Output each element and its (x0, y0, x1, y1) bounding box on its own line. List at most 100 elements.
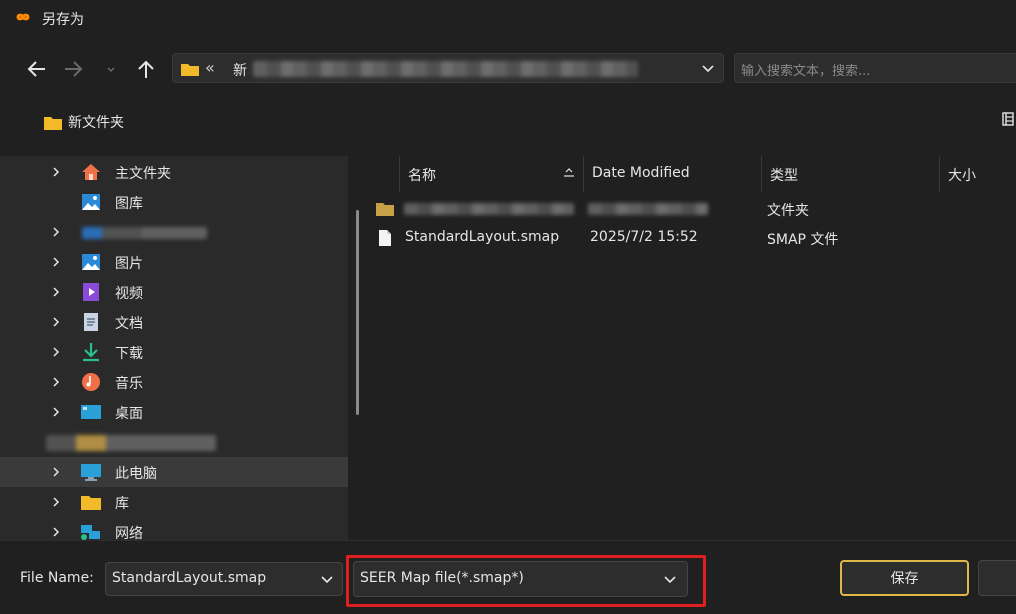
chevron-right-icon[interactable] (50, 224, 62, 240)
sidebar-item-label: 桌面 (115, 406, 143, 422)
arrow-left-icon (27, 61, 45, 77)
folder-icon (376, 203, 394, 216)
sidebar-item-redacted[interactable] (0, 217, 348, 247)
home-icon (82, 164, 100, 180)
sidebar-item-label: 此电脑 (115, 466, 157, 482)
new-folder-button[interactable]: 新文件夹 (44, 110, 124, 134)
sidebar-item-pictures[interactable]: 图片 (0, 247, 348, 277)
column-header-label: 大小 (948, 168, 976, 184)
file-name: StandardLayout.smap (405, 229, 560, 245)
pictures-icon (82, 254, 100, 270)
navigation-bar: « 新 输入搜索文本，搜索... (0, 38, 1016, 98)
folder-icon (44, 116, 62, 130)
table-row[interactable]: StandardLayout.smap 2025/7/2 15:52 SMAP … (370, 223, 1016, 253)
sort-icon (564, 168, 574, 177)
this-pc-icon (81, 464, 101, 481)
chevron-right-icon[interactable] (50, 464, 62, 480)
chevron-down-icon[interactable] (663, 573, 677, 587)
column-header-date[interactable]: Date Modified (584, 156, 762, 192)
breadcrumb[interactable]: 新 (233, 60, 247, 80)
sidebar-item-this-pc[interactable]: 此电脑 (0, 457, 348, 487)
chevron-down-icon[interactable] (320, 573, 334, 587)
column-headers: 名称 Date Modified 类型 大小 (370, 156, 1016, 192)
command-bar: 新文件夹 (0, 98, 1016, 156)
sidebar-item-label: 库 (115, 496, 129, 512)
redacted-label (82, 227, 207, 239)
new-folder-label: 新文件夹 (68, 115, 124, 131)
navigation-pane[interactable]: 主文件夹 图库 图片 视频 文档 下载 音乐 桌面 此电脑 库 网络 (0, 156, 348, 540)
file-icon (379, 230, 391, 246)
redacted-filename (404, 203, 574, 215)
file-type-value: SEER Map file(*.smap*) (360, 570, 524, 586)
file-type: 文件夹 (767, 203, 809, 219)
chevron-right-icon[interactable] (50, 374, 62, 390)
videos-icon (83, 283, 99, 301)
app-logo-icon (16, 13, 30, 21)
chevron-down-icon (107, 67, 115, 73)
sidebar-item-library[interactable]: 库 (0, 487, 348, 517)
chevron-right-icon[interactable] (50, 404, 62, 420)
column-header-size[interactable]: 大小 (940, 156, 1016, 192)
navigation-scrollbar[interactable] (356, 210, 359, 415)
gallery-icon (82, 194, 100, 210)
sidebar-item-label: 图库 (115, 196, 143, 212)
file-type-select[interactable]: SEER Map file(*.smap*) (353, 561, 688, 597)
sidebar-item-label: 音乐 (115, 376, 143, 392)
sidebar-item-redacted-folder[interactable] (0, 427, 348, 457)
chevron-right-icon[interactable] (50, 344, 62, 360)
cancel-button[interactable] (978, 560, 1016, 596)
chevron-down-icon[interactable] (701, 60, 715, 76)
chevron-right-icon[interactable] (50, 254, 62, 270)
file-type: SMAP 文件 (767, 232, 839, 248)
sidebar-item-videos[interactable]: 视频 (0, 277, 348, 307)
sidebar-item-gallery[interactable]: 图库 (0, 187, 348, 217)
save-options-bar: File Name: StandardLayout.smap SEER Map … (0, 540, 1016, 614)
arrow-right-icon (65, 61, 83, 77)
back-button[interactable] (22, 54, 52, 84)
music-icon (82, 373, 100, 391)
file-list[interactable]: 名称 Date Modified 类型 大小 文件夹 StandardLayou… (370, 156, 1016, 540)
title-bar: 另存为 (0, 0, 1016, 38)
view-options-icon[interactable] (1002, 111, 1014, 127)
search-placeholder: 输入搜索文本，搜索... (741, 64, 871, 79)
documents-icon (84, 313, 98, 331)
file-name-label: File Name: (20, 570, 94, 586)
save-button[interactable]: 保存 (840, 560, 969, 596)
column-header-name[interactable]: 名称 (399, 156, 584, 192)
sidebar-item-desktop[interactable]: 桌面 (0, 397, 348, 427)
column-header-label: 名称 (408, 168, 436, 184)
sidebar-item-label: 视频 (115, 286, 143, 302)
chevron-right-icon[interactable] (50, 164, 62, 180)
table-row[interactable]: 文件夹 (370, 194, 1016, 224)
downloads-icon (83, 343, 99, 362)
library-icon (81, 496, 101, 510)
breadcrumb-overflow-icon[interactable]: « (205, 58, 215, 77)
column-header-type[interactable]: 类型 (762, 156, 940, 192)
recent-locations-button[interactable] (96, 54, 126, 84)
file-date: 2025/7/2 15:52 (590, 229, 698, 245)
sidebar-item-network[interactable]: 网络 (0, 517, 348, 540)
search-input[interactable]: 输入搜索文本，搜索... (734, 53, 1016, 83)
chevron-right-icon[interactable] (50, 314, 62, 330)
sidebar-item-music[interactable]: 音乐 (0, 367, 348, 397)
up-button[interactable] (131, 54, 161, 84)
sidebar-item-label: 主文件夹 (115, 166, 171, 182)
sidebar-item-downloads[interactable]: 下载 (0, 337, 348, 367)
forward-button[interactable] (58, 54, 88, 84)
column-header-label: 类型 (770, 168, 798, 184)
address-bar[interactable]: « 新 (172, 53, 724, 83)
sidebar-item-documents[interactable]: 文档 (0, 307, 348, 337)
file-name-value: StandardLayout.smap (112, 570, 267, 586)
sidebar-item-label: 下载 (115, 346, 143, 362)
network-icon (81, 525, 100, 540)
desktop-icon (81, 405, 101, 419)
chevron-right-icon[interactable] (50, 494, 62, 510)
sidebar-item-label: 图片 (115, 256, 143, 272)
chevron-right-icon[interactable] (50, 284, 62, 300)
sidebar-item-home[interactable]: 主文件夹 (0, 157, 348, 187)
redacted-label (46, 435, 216, 451)
column-header-label: Date Modified (592, 165, 690, 181)
sidebar-item-label: 网络 (115, 526, 143, 540)
chevron-right-icon[interactable] (50, 524, 62, 540)
file-name-input[interactable]: StandardLayout.smap (105, 562, 343, 596)
